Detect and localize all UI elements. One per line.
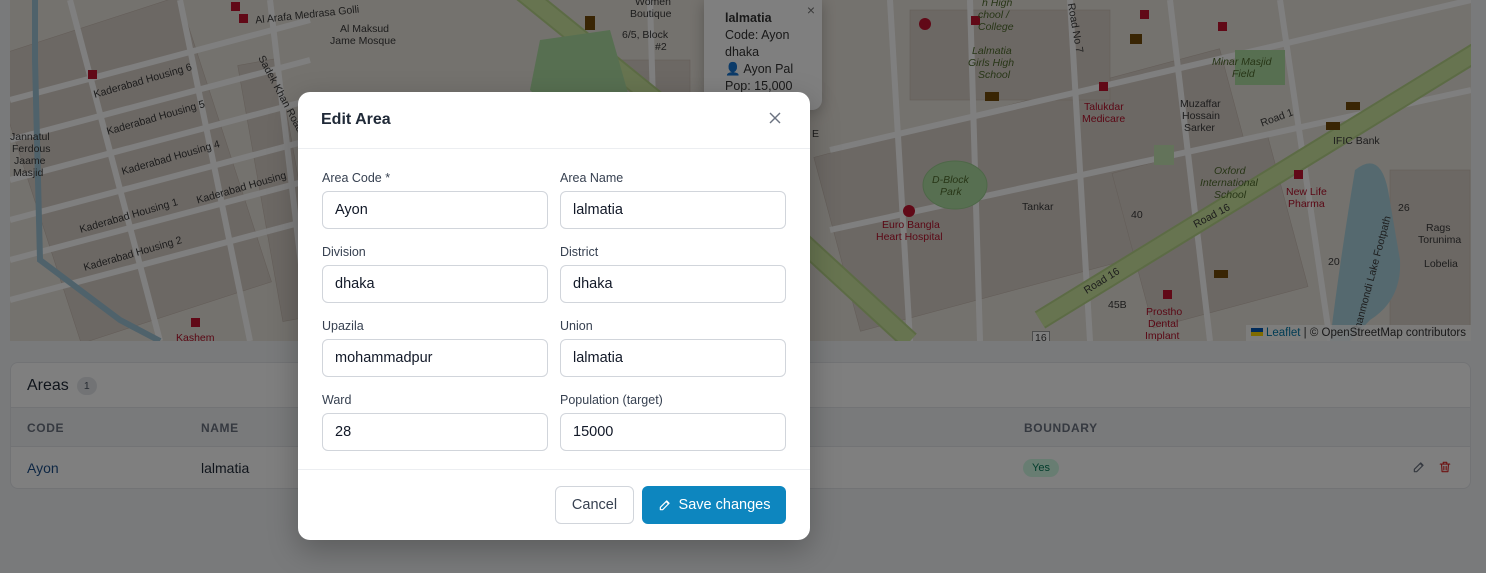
save-changes-button[interactable]: Save changes [642,486,786,524]
cancel-button[interactable]: Cancel [555,486,634,524]
upazila-field: Upazila [322,319,548,377]
union-field: Union [560,319,786,377]
modal-title: Edit Area [321,111,391,128]
district-label: District [560,245,599,259]
pencil-icon [659,500,670,511]
modal-header: Edit Area [298,92,810,149]
modal-body: Area Code * Area Name Division District … [298,149,810,469]
area-name-input[interactable] [560,191,786,229]
union-input[interactable] [560,339,786,377]
ward-field: Ward [322,393,548,451]
area-name-label: Area Name [560,171,624,185]
modal-footer: Cancel Save changes [298,469,810,540]
upazila-label: Upazila [322,319,364,333]
district-field: District [560,245,786,303]
division-label: Division [322,245,366,259]
close-icon[interactable] [769,112,781,124]
union-label: Union [560,319,593,333]
population-input[interactable] [560,413,786,451]
upazila-input[interactable] [322,339,548,377]
area-name-field: Area Name [560,171,786,229]
division-field: Division [322,245,548,303]
area-code-field: Area Code * [322,171,548,229]
ward-input[interactable] [322,413,548,451]
area-code-label: Area Code * [322,171,391,185]
edit-area-modal: Edit Area Area Code * Area Name Division… [298,92,810,540]
division-input[interactable] [322,265,548,303]
area-code-input[interactable] [322,191,548,229]
population-field: Population (target) [560,393,786,451]
population-label: Population (target) [560,393,663,407]
district-input[interactable] [560,265,786,303]
ward-label: Ward [322,393,352,407]
save-changes-label: Save changes [678,497,771,513]
